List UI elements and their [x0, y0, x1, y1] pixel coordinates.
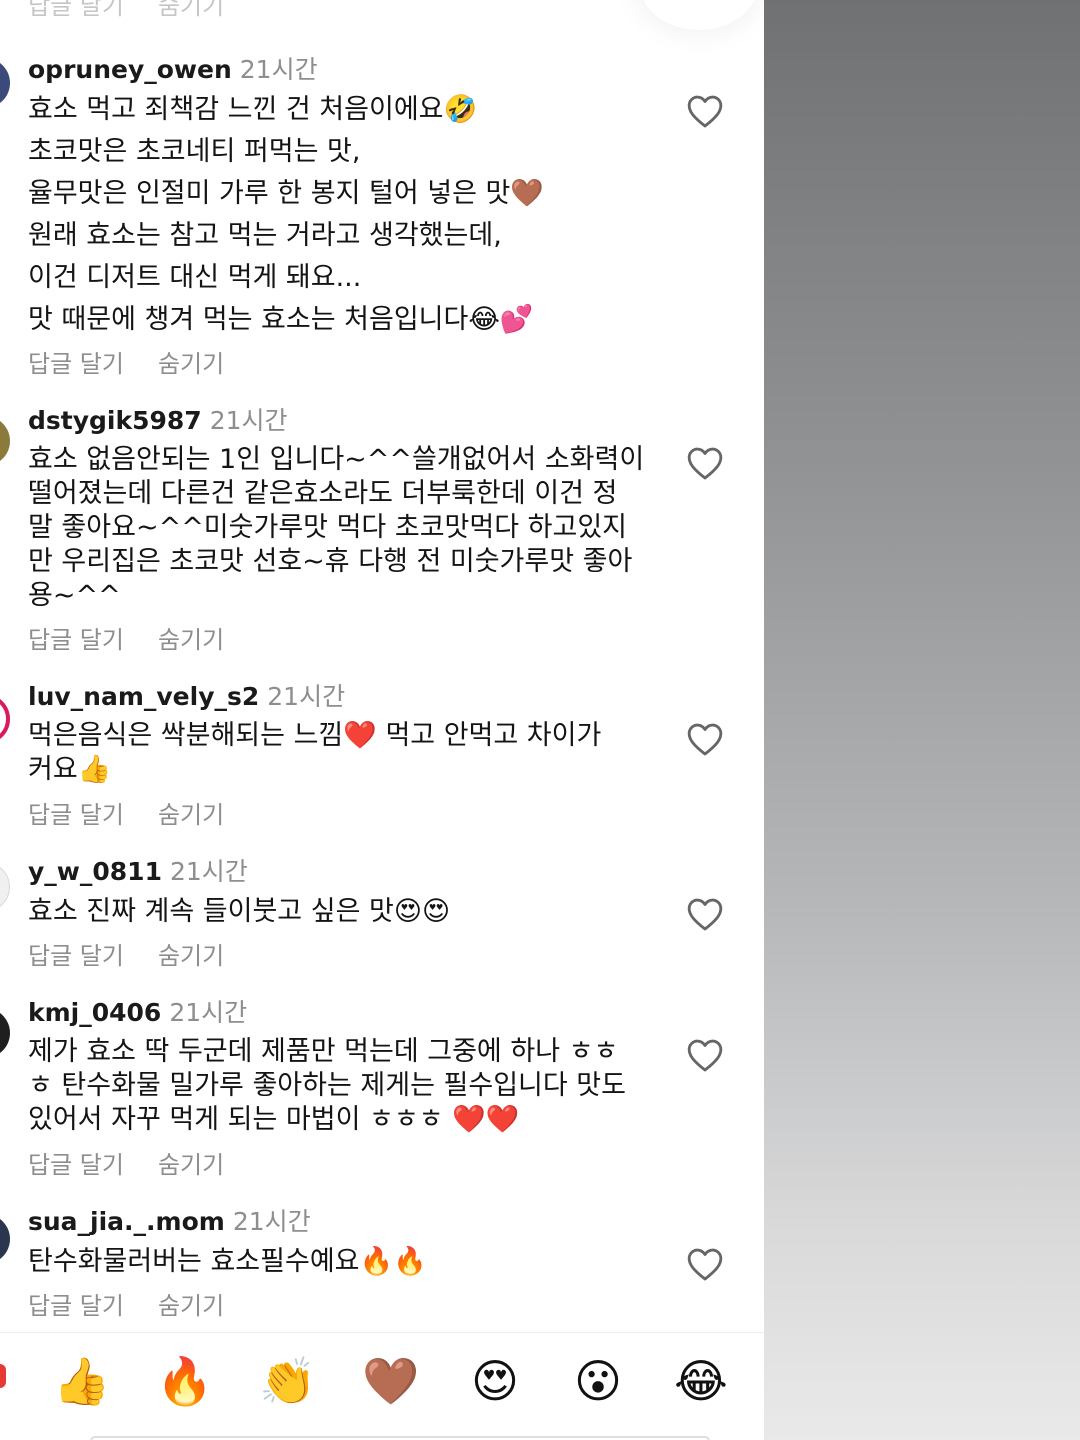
timestamp: 21시간 — [209, 406, 288, 435]
heart-eyes-emoji-button[interactable]: 😍 — [465, 1348, 525, 1414]
comment-actions: 답글 달기 숨기기 — [28, 1150, 224, 1180]
clapping-emoji-button[interactable]: 👏 — [258, 1348, 318, 1414]
heart-outline-icon[interactable] — [686, 721, 724, 757]
heart-outline-icon[interactable] — [686, 1037, 724, 1073]
comment-actions: 답글 달기 숨기기 — [28, 349, 224, 379]
fire-emoji-button[interactable]: 🔥 — [155, 1348, 215, 1414]
heart-outline-icon[interactable] — [686, 93, 724, 129]
reply-button[interactable]: 답글 달기 — [28, 625, 124, 655]
comment-text: 효소 진짜 계속 들이붓고 싶은 맛😍😍 — [28, 896, 451, 927]
timestamp: 21시간 — [239, 55, 318, 84]
faded-actions-row: 답글 달기 숨기기 — [28, 0, 224, 22]
comment-actions: 답글 달기 숨기기 — [28, 1291, 224, 1321]
reply-button[interactable]: 답글 달기 — [28, 1291, 124, 1321]
avatar[interactable] — [0, 1008, 10, 1058]
reply-button[interactable]: 답글 달기 — [28, 800, 124, 830]
reply-button[interactable]: 답글 달기 — [28, 941, 124, 971]
avatar[interactable] — [0, 1214, 10, 1264]
username[interactable]: opruney_owen — [28, 55, 232, 84]
surprised-emoji-button[interactable]: 😮 — [568, 1348, 628, 1414]
comment-actions: 답글 달기 숨기기 — [28, 800, 224, 830]
comment-header: opruney_owen 21시간 — [28, 54, 318, 86]
username[interactable]: luv_nam_vely_s2 — [28, 682, 259, 711]
divider — [0, 1332, 764, 1333]
hide-button[interactable]: 숨기기 — [158, 800, 224, 830]
avatar[interactable] — [0, 58, 10, 108]
username[interactable]: sua_jia._.mom — [28, 1207, 225, 1236]
reply-button[interactable]: 답글 달기 — [28, 349, 124, 379]
avatar[interactable] — [0, 416, 10, 466]
comment-actions: 답글 달기 숨기기 — [28, 625, 224, 655]
avatar[interactable] — [0, 862, 10, 912]
comments-panel: 답글 달기 숨기기 opruney_owen 21시간 효소 먹고 죄책감 느낀 … — [0, 0, 764, 1440]
timestamp: 21시간 — [169, 857, 248, 886]
comment-header: dstygik5987 21시간 — [28, 405, 288, 437]
comment-text: 먹은음식은 싹분해되는 느낌❤️ 먹고 안먹고 차이가 커요👍 — [28, 720, 602, 785]
avatar[interactable] — [0, 694, 10, 744]
comment-header: y_w_0811 21시간 — [28, 856, 248, 888]
username[interactable]: dstygik5987 — [28, 406, 202, 435]
comment-actions: 답글 달기 숨기기 — [28, 941, 224, 971]
heart-outline-icon[interactable] — [686, 896, 724, 932]
reply-button[interactable]: 답글 달기 — [28, 0, 124, 22]
username[interactable]: kmj_0406 — [28, 998, 161, 1027]
username[interactable]: y_w_0811 — [28, 857, 162, 886]
floating-button[interactable] — [640, 0, 758, 30]
hide-button[interactable]: 숨기기 — [158, 349, 224, 379]
laughing-emoji-button[interactable]: 😂 — [671, 1348, 731, 1414]
reply-button[interactable]: 답글 달기 — [28, 1150, 124, 1180]
hide-button[interactable]: 숨기기 — [158, 1150, 224, 1180]
hide-button[interactable]: 숨기기 — [158, 1291, 224, 1321]
timestamp: 21시간 — [232, 1207, 311, 1236]
timestamp: 21시간 — [267, 682, 346, 711]
timestamp: 21시간 — [169, 998, 248, 1027]
hide-button[interactable]: 숨기기 — [158, 0, 224, 22]
comment-header: kmj_0406 21시간 — [28, 997, 247, 1029]
comment-header: sua_jia._.mom 21시간 — [28, 1206, 311, 1238]
comment-text: 효소 없음안되는 1인 입니다~^^쓸개없어서 소화력이 떨어졌는데 다른건 같… — [28, 444, 645, 611]
comment-input-field[interactable] — [90, 1436, 710, 1440]
heart-outline-icon[interactable] — [686, 445, 724, 481]
hide-button[interactable]: 숨기기 — [158, 625, 224, 655]
background-gradient — [764, 0, 1080, 1440]
comment-text: 제가 효소 딱 두군데 제품만 먹는데 그중에 하나 ㅎㅎ ㅎ 탄수화물 밀가루… — [28, 1036, 626, 1135]
hide-button[interactable]: 숨기기 — [158, 941, 224, 971]
heart-outline-icon[interactable] — [686, 1246, 724, 1282]
thumbs-up-emoji-button[interactable]: 👍 — [52, 1348, 112, 1414]
brown-heart-emoji-button[interactable]: 🤎 — [361, 1348, 421, 1414]
quick-reaction-bar: 👍 🔥 👏 🤎 😍 😮 😂 — [0, 1348, 764, 1418]
comment-text: 탄수화물러버는 효소필수예요🔥🔥 — [28, 1246, 427, 1277]
comment-text: 효소 먹고 죄책감 느낀 건 처음이에요🤣 초코맛은 초코네티 퍼먹는 맛, 율… — [28, 94, 544, 335]
comment-header: luv_nam_vely_s2 21시간 — [28, 681, 345, 713]
